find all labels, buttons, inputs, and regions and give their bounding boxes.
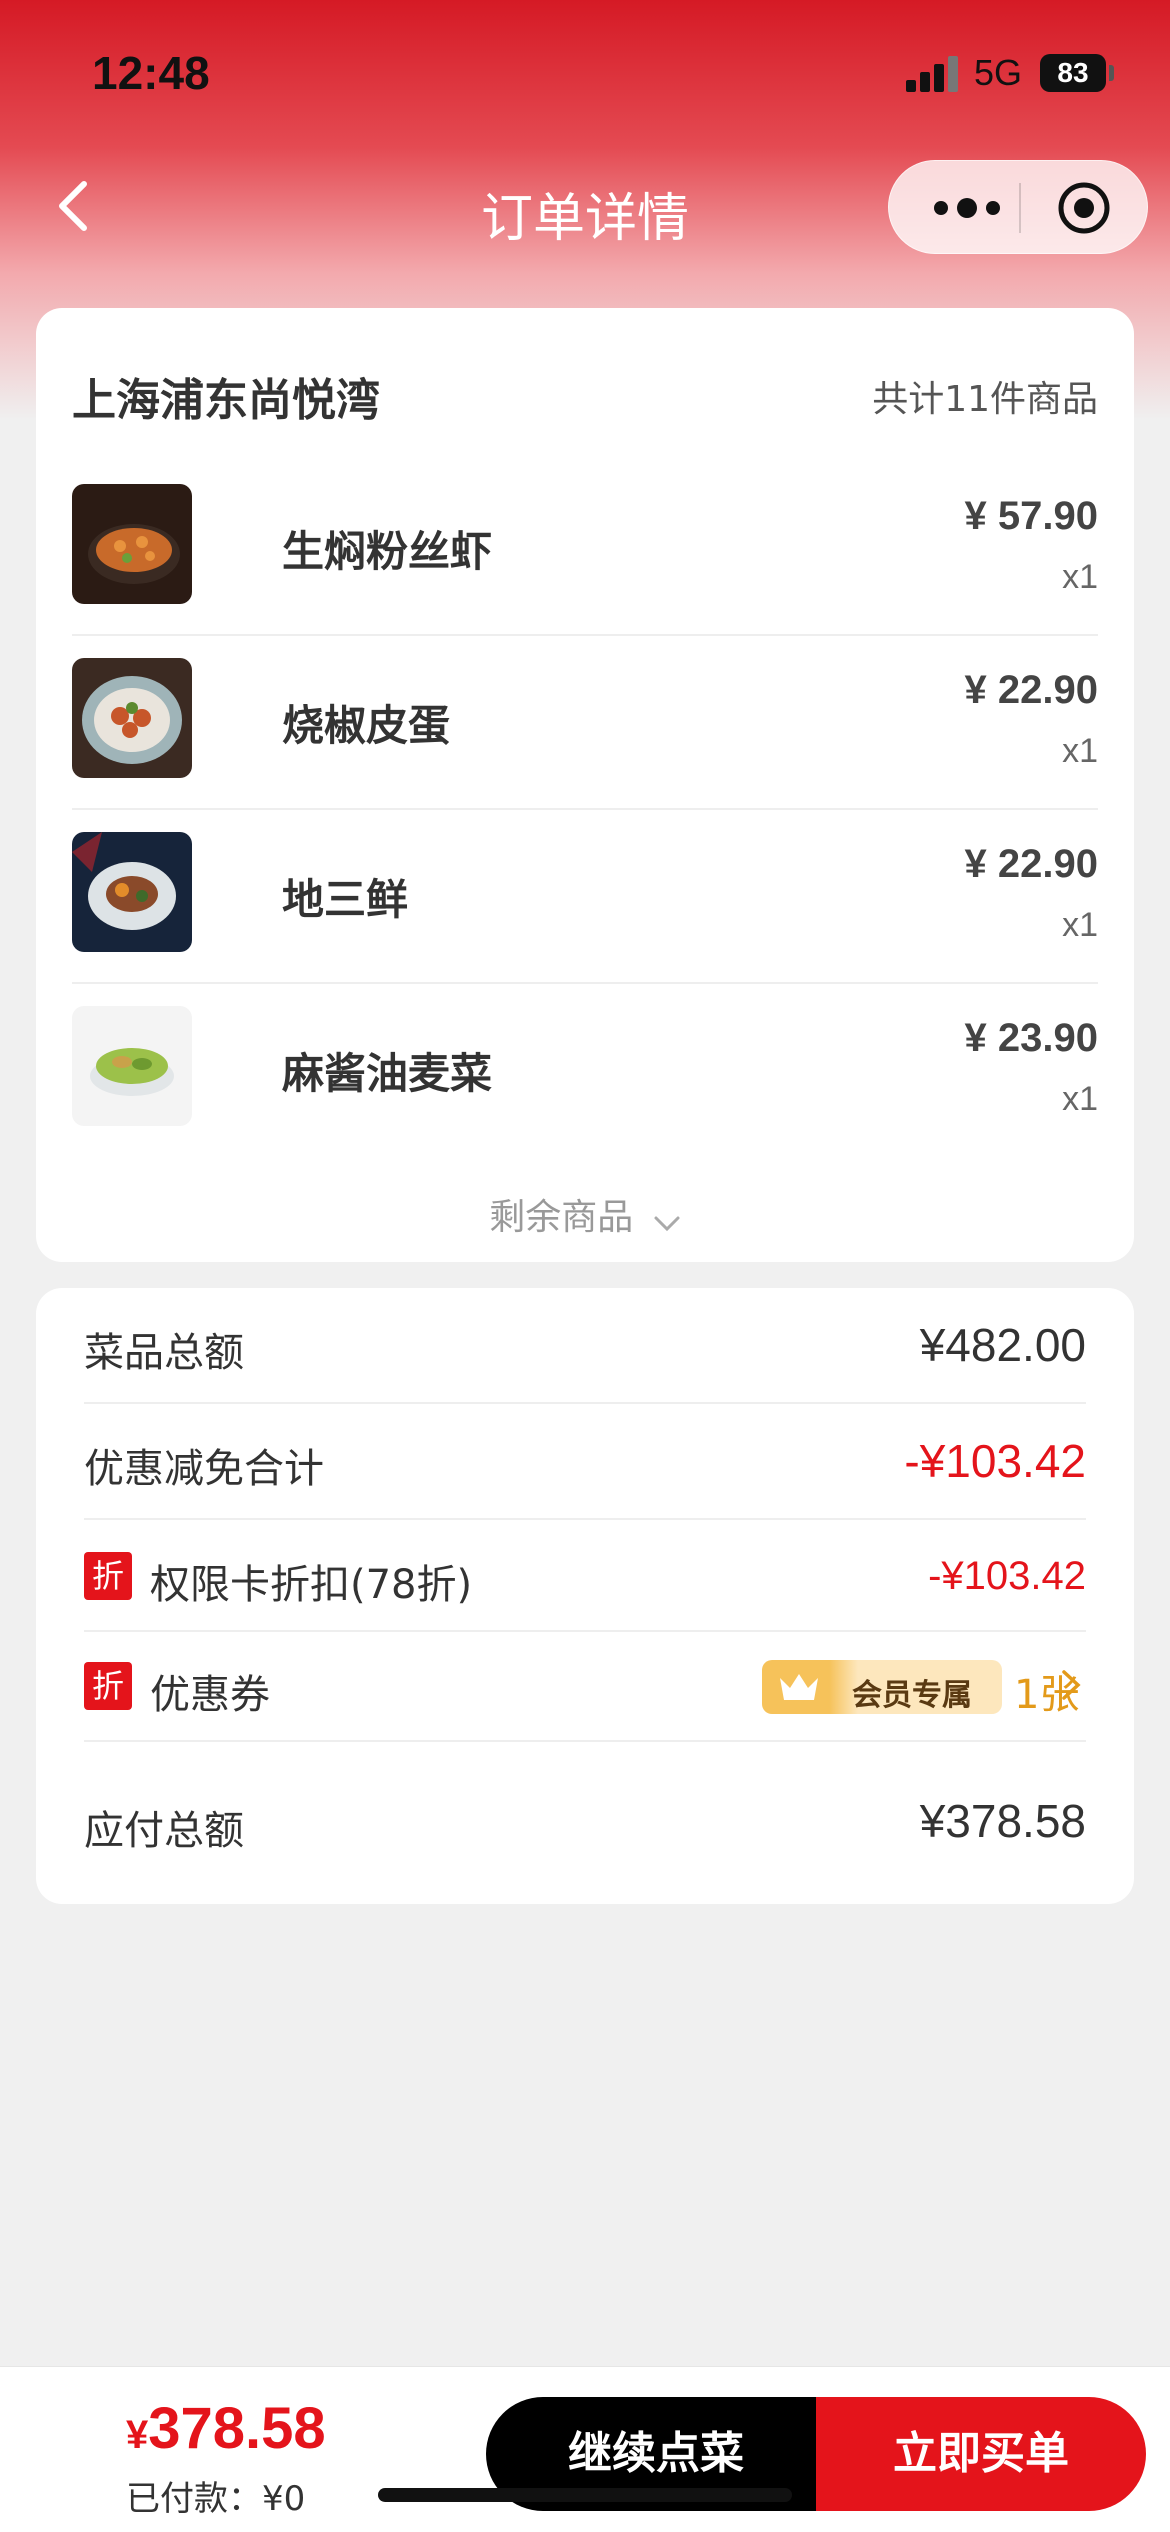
subtotal-value: ¥482.00 xyxy=(919,1319,1086,1371)
dish-name: 烧椒皮蛋 xyxy=(282,701,451,750)
dish-quantity: x1 xyxy=(1062,732,1098,770)
store-name: 上海浦东尚悦湾 xyxy=(72,375,380,426)
order-item[interactable]: 麻酱油麦菜 ¥ 23.90 x1 xyxy=(72,984,1098,1158)
network-type: 5G xyxy=(974,52,1023,93)
status-bar: 12:48 5G 83 xyxy=(0,0,1170,140)
capsule-divider xyxy=(1019,183,1021,233)
order-item[interactable]: 烧椒皮蛋 ¥ 22.90 x1 xyxy=(72,636,1098,810)
home-indicator xyxy=(378,2488,792,2502)
pay-now-button[interactable]: 立即买单 xyxy=(816,2397,1146,2511)
currency-symbol: ¥ xyxy=(126,2413,149,2457)
dish-name: 麻酱油麦菜 xyxy=(282,1049,493,1098)
dish-image xyxy=(72,832,192,952)
payable-row: 应付总额 ¥378.58 xyxy=(84,1742,1086,1904)
discount-total-label: 优惠减免合计 xyxy=(84,1446,324,1492)
remaining-label: 剩余商品 xyxy=(489,1197,634,1238)
show-remaining-items[interactable]: 剩余商品 xyxy=(36,1188,1134,1240)
battery-icon: 83 xyxy=(1040,54,1106,92)
crown-icon xyxy=(776,1670,822,1704)
status-time: 12:48 xyxy=(92,47,210,99)
chevron-down-icon xyxy=(653,1205,681,1233)
dish-name: 生焖粉丝虾 xyxy=(282,527,493,576)
dish-price: ¥ 57.90 xyxy=(964,494,1098,538)
chevron-right-icon xyxy=(1056,1668,1086,1702)
dish-name: 地三鲜 xyxy=(282,875,409,924)
subtotal-row: 菜品总额 ¥482.00 xyxy=(84,1288,1086,1404)
total-price: ¥378.58 xyxy=(126,2395,326,2462)
dish-price: ¥ 23.90 xyxy=(964,1016,1098,1060)
total-amount: 378.58 xyxy=(148,2396,326,2461)
discount-total-row: 优惠减免合计 -¥103.42 xyxy=(84,1404,1086,1520)
mini-program-capsule xyxy=(888,160,1148,254)
discount-tag-icon: 折 xyxy=(84,1552,132,1600)
item-count: 共计11件商品 xyxy=(872,379,1098,420)
member-exclusive-badge: 会员专属 xyxy=(762,1660,1002,1714)
coupon-label: 优惠券 xyxy=(150,1672,270,1718)
dish-quantity: x1 xyxy=(1062,558,1098,596)
dish-price: ¥ 22.90 xyxy=(964,842,1098,886)
close-target-icon[interactable] xyxy=(1057,181,1111,235)
dish-image xyxy=(72,1006,192,1126)
payable-label: 应付总额 xyxy=(84,1808,244,1854)
more-icon[interactable] xyxy=(925,183,1009,233)
discount-total-value: -¥103.42 xyxy=(904,1435,1086,1487)
subtotal-label: 菜品总额 xyxy=(84,1330,244,1376)
member-card-discount-row[interactable]: 折 权限卡折扣(78折) -¥103.42 xyxy=(84,1520,1086,1632)
dish-quantity: x1 xyxy=(1062,1080,1098,1118)
coupon-row[interactable]: 折 优惠券 会员专属 1张 xyxy=(84,1632,1086,1742)
order-items-card: 上海浦东尚悦湾 共计11件商品 生焖粉丝虾 ¥ 57.90 x1 烧椒皮蛋 ¥ … xyxy=(36,308,1134,1262)
dish-image xyxy=(72,658,192,778)
payable-value: ¥378.58 xyxy=(919,1795,1086,1847)
price-summary-card: 菜品总额 ¥482.00 优惠减免合计 -¥103.42 折 权限卡折扣(78折… xyxy=(36,1288,1134,1904)
dish-price: ¥ 22.90 xyxy=(964,668,1098,712)
bottom-action-bar: ¥378.58 已付款：¥0 继续点菜 立即买单 xyxy=(0,2366,1170,2532)
member-card-discount-value: -¥103.42 xyxy=(928,1554,1086,1598)
dish-quantity: x1 xyxy=(1062,906,1098,944)
battery-tip xyxy=(1109,65,1114,81)
order-item[interactable]: 生焖粉丝虾 ¥ 57.90 x1 xyxy=(72,462,1098,636)
discount-tag-icon: 折 xyxy=(84,1662,132,1710)
member-badge-text: 会员专属 xyxy=(852,1678,972,1713)
dish-image xyxy=(72,484,192,604)
member-card-discount-label: 权限卡折扣(78折) xyxy=(150,1562,473,1608)
order-item[interactable]: 地三鲜 ¥ 22.90 x1 xyxy=(72,810,1098,984)
paid-amount: 已付款：¥0 xyxy=(126,2479,306,2519)
signal-icon xyxy=(906,56,960,92)
